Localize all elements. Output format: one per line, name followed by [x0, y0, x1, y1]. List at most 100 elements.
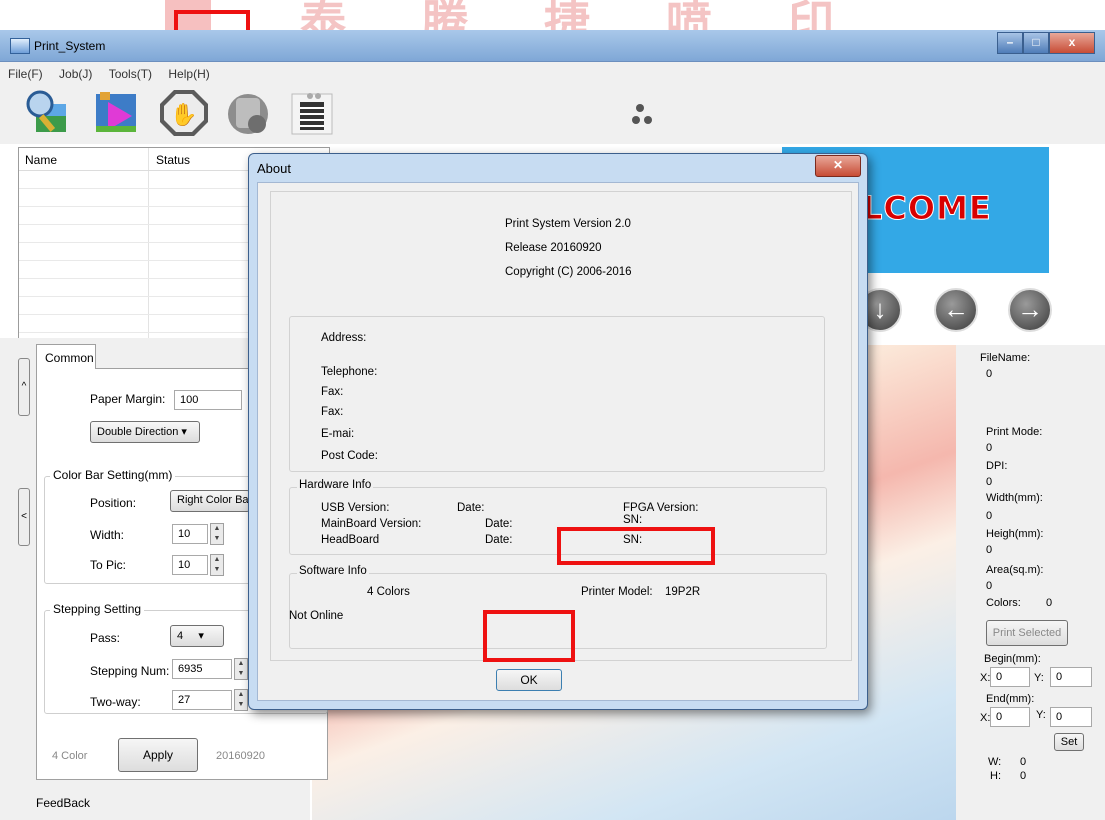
version-text: Print System Version 2.0	[505, 218, 631, 230]
paper-margin-label: Paper Margin:	[90, 392, 166, 406]
twoway-label: Two-way:	[90, 695, 141, 709]
column-status-header[interactable]: Status	[156, 153, 190, 167]
menu-help[interactable]: Help(H)	[160, 62, 214, 81]
width-label: Width:	[90, 528, 125, 542]
begin-x-input[interactable]: 0	[990, 667, 1030, 687]
release-text: Release 20160920	[505, 242, 602, 254]
width-mm-label: Width(mm):	[986, 492, 1043, 504]
end-label: End(mm):	[986, 693, 1035, 705]
topic-spinner[interactable]: ▲ ▼	[210, 554, 224, 576]
feedback-label: FeedBack	[36, 796, 91, 810]
begin-y-label: Y:	[1034, 672, 1044, 684]
headboard-date-label: Date:	[485, 534, 513, 546]
printer-model-label: Printer Model:	[581, 586, 653, 598]
colors-value: 0	[1046, 597, 1053, 609]
set-button[interactable]: Set	[1054, 733, 1084, 751]
twoway-input[interactable]: 27	[172, 690, 232, 710]
h-label: H:	[990, 770, 1001, 782]
toolbar: ✋	[0, 84, 1105, 144]
welcome-text: LCOME	[862, 189, 992, 228]
position-label: Position:	[90, 496, 137, 510]
close-button[interactable]: x	[1049, 32, 1095, 54]
window-title: Print_System	[34, 39, 106, 53]
usb-date-label: Date:	[457, 502, 485, 514]
brand-banner: 泰 腾 捷 喷 印	[0, 0, 1105, 30]
maximize-button[interactable]: □	[1023, 32, 1049, 54]
open-file-icon[interactable]	[92, 88, 142, 138]
heigh-mm-value: 0	[986, 544, 993, 556]
end-y-label: Y:	[1036, 709, 1046, 721]
collapse-up-button[interactable]: ^	[18, 358, 30, 416]
stepping-num-spinner[interactable]: ▲ ▼	[234, 658, 248, 680]
topic-input[interactable]: 10	[172, 555, 208, 575]
end-y-input[interactable]: 0	[1050, 707, 1092, 727]
twoway-spinner[interactable]: ▲ ▼	[234, 689, 248, 711]
pass-value: 4	[177, 630, 184, 642]
width-mm-value: 0	[986, 510, 993, 522]
width-spinner[interactable]: ▲ ▼	[210, 523, 224, 545]
apply-button[interactable]: Apply	[118, 738, 198, 772]
fax-label: Fax:	[321, 386, 344, 398]
ok-button[interactable]: OK	[496, 669, 562, 691]
headboard-label: HeadBoard	[321, 534, 380, 546]
version-date-label: 20160920	[216, 750, 265, 762]
filename-label: FileName:	[980, 352, 1031, 364]
window-controls: – □ x	[997, 32, 1095, 54]
menu-file[interactable]: File(F)	[0, 62, 48, 81]
telephone-label: Telephone:	[321, 366, 378, 378]
begin-x-label: X:	[980, 672, 991, 684]
tab-common-label: Common	[45, 351, 94, 365]
right-arrow-icon[interactable]: →	[1008, 288, 1052, 332]
collapse-left-button[interactable]: <	[18, 488, 30, 546]
width-input[interactable]: 10	[172, 524, 208, 544]
topic-label: To Pic:	[90, 558, 127, 572]
filename-value: 0	[986, 368, 993, 380]
printmode-label: Print Mode:	[986, 426, 1043, 438]
position-select[interactable]: Right Color Ba	[170, 490, 250, 512]
stepping-num-input[interactable]: 6935	[172, 659, 232, 679]
direction-value: Double Direction	[97, 426, 179, 438]
menu-job[interactable]: Job(J)	[51, 62, 97, 81]
area-label: Area(sq.m):	[986, 564, 1044, 576]
contact-group	[289, 316, 825, 472]
begin-y-input[interactable]: 0	[1050, 667, 1092, 687]
pass-select[interactable]: 4 ▾	[170, 625, 224, 647]
address-label: Address:	[321, 332, 367, 344]
dialog-close-icon[interactable]: ✕	[815, 155, 861, 177]
colors-label: Colors:	[986, 597, 1021, 609]
search-image-icon[interactable]	[22, 88, 72, 138]
h-value: 0	[1020, 770, 1027, 782]
mainboard-date-label: Date:	[485, 518, 513, 530]
print-device-icon[interactable]	[224, 88, 274, 138]
column-name-header[interactable]: Name	[25, 153, 57, 167]
mainboard-version-label: MainBoard Version:	[321, 518, 422, 530]
dpi-value: 0	[986, 476, 993, 488]
hardware-group-title: Hardware Info	[297, 479, 374, 491]
copyright-text: Copyright (C) 2006-2016	[505, 266, 632, 278]
water-drops-icon	[628, 98, 658, 128]
pass-label: Pass:	[90, 631, 121, 645]
tab-common[interactable]: Common	[36, 344, 96, 369]
menu-bar: File(F) Job(J) Tools(T) Help(H)	[0, 62, 1105, 85]
banner-text: 泰 腾 捷 喷 印	[300, 0, 865, 30]
paper-margin-input[interactable]: 100	[174, 390, 242, 410]
left-arrow-icon[interactable]: ←	[934, 288, 978, 332]
printer-model-value: 19P2R	[665, 586, 701, 598]
dialog-title: About	[257, 161, 291, 176]
direction-select[interactable]: Double Direction ▾	[90, 421, 200, 443]
minimize-button[interactable]: –	[997, 32, 1023, 54]
email-label: E-mai:	[321, 428, 355, 440]
software-group-title: Software Info	[297, 565, 369, 577]
end-x-input[interactable]: 0	[990, 707, 1030, 727]
stop-hand-icon[interactable]: ✋	[158, 88, 208, 138]
menu-tools[interactable]: Tools(T)	[101, 62, 157, 81]
colors-text: 4 Colors	[367, 586, 410, 598]
highlight-box	[557, 527, 715, 565]
stepping-num-label: Stepping Num:	[90, 664, 170, 678]
area-value: 0	[986, 580, 993, 592]
print-selected-button[interactable]: Print Selected	[986, 620, 1068, 646]
fax-label-2: Fax:	[321, 406, 344, 418]
stepping-group-title: Stepping Setting	[50, 602, 145, 616]
status-list-icon[interactable]	[288, 88, 338, 138]
heigh-mm-label: Heigh(mm):	[986, 528, 1044, 540]
